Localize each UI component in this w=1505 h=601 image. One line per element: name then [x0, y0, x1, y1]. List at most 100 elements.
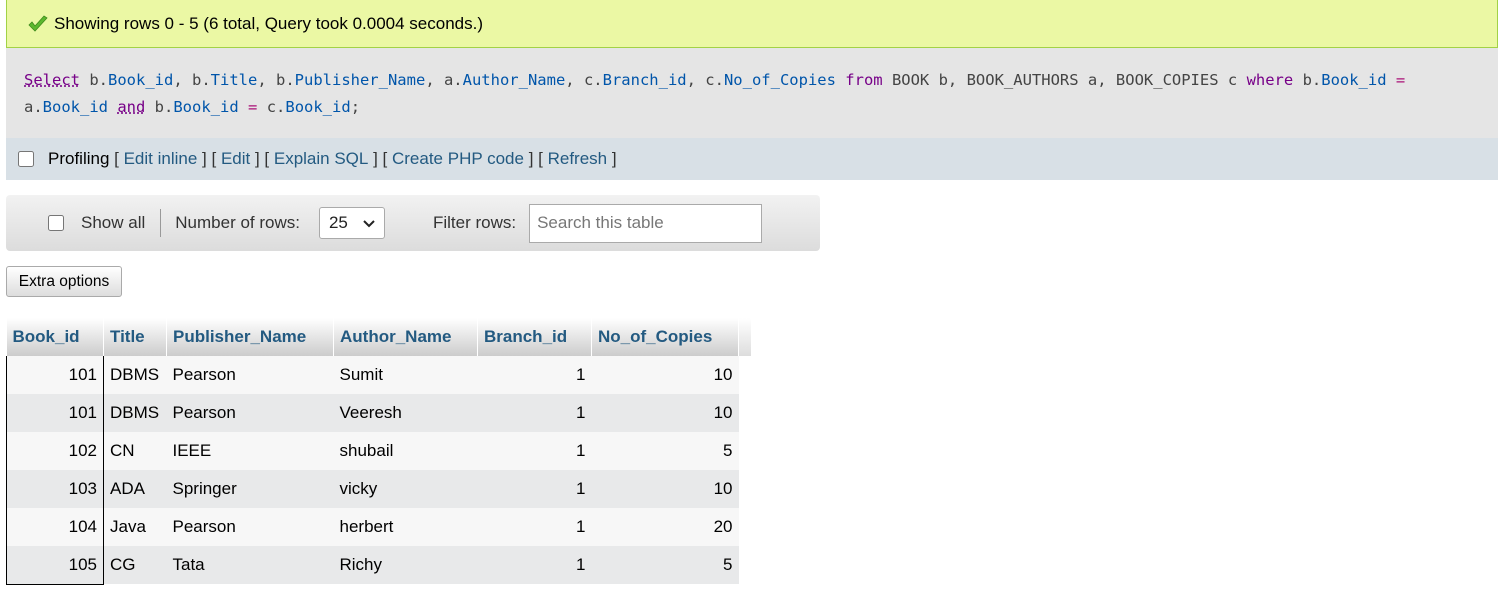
cell-publisher-name: Pearson	[166, 394, 334, 432]
results-table: Book_id Title Publisher_Name Author_Name…	[6, 318, 752, 585]
cell-author-name: Veeresh	[333, 394, 478, 432]
sql-field: Title	[210, 71, 258, 89]
column-header-no-of-copies[interactable]: No_of_Copies	[591, 318, 739, 356]
cell-title: Java	[103, 508, 167, 546]
table-row: 102 CN IEEE shubail 1 5	[6, 432, 751, 470]
cell-author-name: Sumit	[333, 356, 478, 394]
cell-title: CN	[103, 432, 167, 470]
cell-no-of-copies: 10	[591, 470, 739, 508]
sql-keyword: where	[1246, 71, 1294, 89]
sql-text: , b.	[257, 71, 295, 89]
cell-publisher-name: Springer	[166, 470, 334, 508]
cell-title: DBMS	[103, 394, 167, 432]
sql-keyword: from	[845, 71, 883, 89]
column-header-book-id[interactable]: Book_id	[6, 318, 104, 356]
edit-link[interactable]: Edit	[221, 149, 250, 169]
cell-branch-id: 1	[477, 470, 592, 508]
table-row: 101 DBMS Pearson Sumit 1 10	[6, 356, 751, 394]
cell-publisher-name: IEEE	[166, 432, 334, 470]
sql-keyword: Select	[24, 71, 80, 89]
table-row: 103 ADA Springer vicky 1 10	[6, 470, 751, 508]
show-all-checkbox[interactable]	[48, 215, 64, 231]
rows-select-value: 25	[328, 213, 348, 232]
check-icon	[28, 14, 48, 32]
column-header-author-name[interactable]: Author_Name	[333, 318, 478, 356]
sql-keyword: and	[117, 98, 146, 116]
explain-sql-link[interactable]: Explain SQL	[274, 149, 369, 169]
filter-rows-input[interactable]	[529, 203, 763, 243]
rows-select[interactable]: 25	[318, 207, 385, 239]
column-header-branch-id[interactable]: Branch_id	[477, 318, 592, 356]
divider	[160, 209, 162, 237]
show-all-label: Show all	[81, 213, 146, 232]
cell-no-of-copies: 10	[591, 356, 739, 394]
cell-branch-id: 1	[477, 546, 592, 584]
profiling-checkbox[interactable]	[18, 151, 34, 167]
sql-text: , c.	[565, 71, 603, 89]
query-tools-bar: Profiling [ Edit inline ] [ Edit ] [ Exp…	[6, 138, 1498, 180]
cell-book-id: 104	[6, 508, 104, 546]
sql-text: ;	[350, 98, 361, 116]
sql-field: Book_id	[42, 98, 108, 116]
cell-book-id: 105	[6, 546, 104, 585]
success-message: Showing rows 0 - 5 (6 total, Query took …	[6, 0, 1498, 48]
cell-book-id: 103	[6, 470, 104, 508]
create-php-code-link[interactable]: Create PHP code	[392, 149, 524, 169]
sql-field: Book_id	[285, 98, 351, 116]
table-row: 105 CG Tata Richy 1 5	[6, 546, 751, 585]
sql-operator: =	[248, 98, 258, 116]
cell-book-id: 102	[6, 432, 104, 470]
sql-field: Branch_id	[602, 71, 687, 89]
refresh-link[interactable]: Refresh	[548, 149, 608, 169]
sql-field: Book_id	[173, 98, 239, 116]
cell-title: ADA	[103, 470, 167, 508]
table-navigation: Show all Number of rows: 25 Filter rows:	[6, 195, 820, 251]
column-header-publisher-name[interactable]: Publisher_Name	[166, 318, 334, 356]
sql-operator: =	[1395, 71, 1406, 89]
table-row: 104 Java Pearson herbert 1 20	[6, 508, 751, 546]
table-header-row: Book_id Title Publisher_Name Author_Name…	[6, 318, 751, 356]
sql-field: Author_Name	[462, 71, 566, 89]
cell-publisher-name: Pearson	[166, 356, 334, 394]
sql-text: c.	[257, 98, 286, 116]
cell-no-of-copies: 10	[591, 394, 739, 432]
success-text: Showing rows 0 - 5 (6 total, Query took …	[54, 13, 484, 33]
cell-no-of-copies: 5	[591, 546, 739, 584]
table-row: 101 DBMS Pearson Veeresh 1 10	[6, 394, 751, 432]
cell-author-name: shubail	[333, 432, 478, 470]
sql-field: No_of_Copies	[723, 71, 836, 89]
sql-text: , c.	[686, 71, 724, 89]
sql-text: b.	[145, 98, 174, 116]
rows-label: Number of rows:	[175, 213, 300, 232]
cell-no-of-copies: 20	[591, 508, 739, 546]
sql-text: BOOK b, BOOK_AUTHORS a, BOOK_COPIES c	[882, 71, 1247, 89]
cell-publisher-name: Tata	[166, 546, 334, 584]
chevron-down-icon	[363, 220, 375, 228]
sql-text: b.	[1293, 71, 1322, 89]
cell-author-name: herbert	[333, 508, 478, 546]
cell-branch-id: 1	[477, 356, 592, 394]
sql-query-box[interactable]: Select b.Book_id, b.Title, b.Publisher_N…	[6, 48, 1498, 138]
cell-title: CG	[103, 546, 167, 584]
column-header-title[interactable]: Title	[103, 318, 167, 356]
sql-query-text: Select b.Book_id, b.Title, b.Publisher_N…	[24, 67, 1484, 121]
cell-author-name: vicky	[333, 470, 478, 508]
edit-inline-link[interactable]: Edit inline	[124, 149, 198, 169]
cell-no-of-copies: 5	[591, 432, 739, 470]
cell-publisher-name: Pearson	[166, 508, 334, 546]
sql-text: , b.	[173, 71, 211, 89]
sql-text: , a.	[425, 71, 463, 89]
sql-text: b.	[80, 71, 108, 89]
cell-book-id: 101	[6, 394, 104, 432]
cell-title: DBMS	[103, 356, 167, 394]
sql-field: Publisher_Name	[294, 71, 426, 89]
filter-label: Filter rows:	[432, 213, 517, 232]
extra-options-button[interactable]: Extra options	[6, 266, 122, 297]
cell-book-id: 101	[6, 356, 104, 394]
cell-author-name: Richy	[333, 546, 478, 584]
profiling-label: Profiling	[48, 149, 110, 168]
sql-text: a.	[24, 98, 43, 116]
column-header-filler	[738, 318, 751, 356]
cell-branch-id: 1	[477, 432, 592, 470]
cell-branch-id: 1	[477, 508, 592, 546]
